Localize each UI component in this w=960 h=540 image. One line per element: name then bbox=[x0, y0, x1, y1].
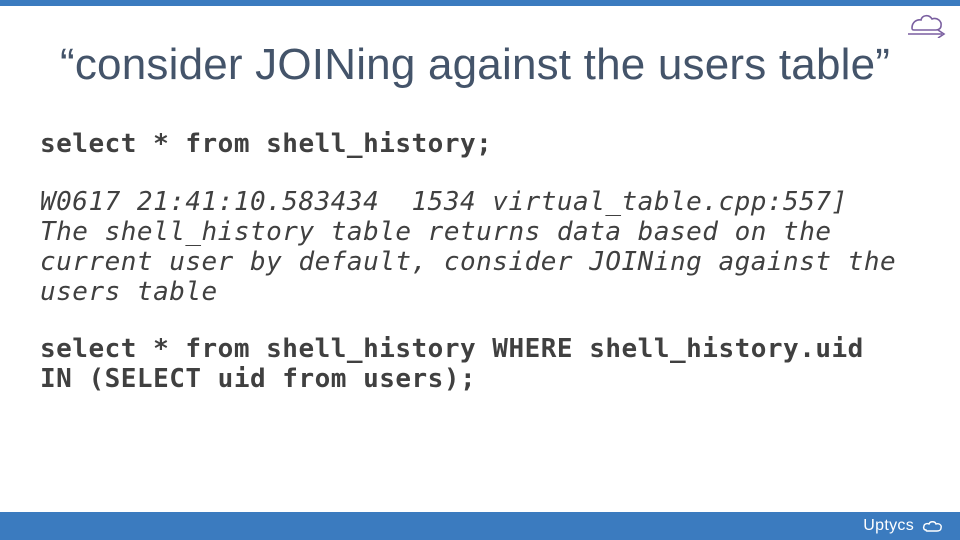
brand-name: Uptycs bbox=[863, 517, 914, 535]
top-accent-bar bbox=[0, 0, 960, 6]
slide-body: select * from shell_history; W0617 21:41… bbox=[40, 130, 920, 395]
slide: “consider JOINing against the users tabl… bbox=[0, 0, 960, 540]
cloud-arrow-icon bbox=[902, 8, 948, 38]
footer-bar: Uptycs bbox=[0, 512, 960, 540]
log-output: W0617 21:41:10.583434 1534 virtual_table… bbox=[40, 188, 900, 308]
code-query-1: select * from shell_history; bbox=[40, 130, 920, 160]
cloud-icon bbox=[920, 518, 946, 534]
slide-title: “consider JOINing against the users tabl… bbox=[60, 40, 920, 90]
code-query-2: select * from shell_history WHERE shell_… bbox=[40, 335, 900, 395]
